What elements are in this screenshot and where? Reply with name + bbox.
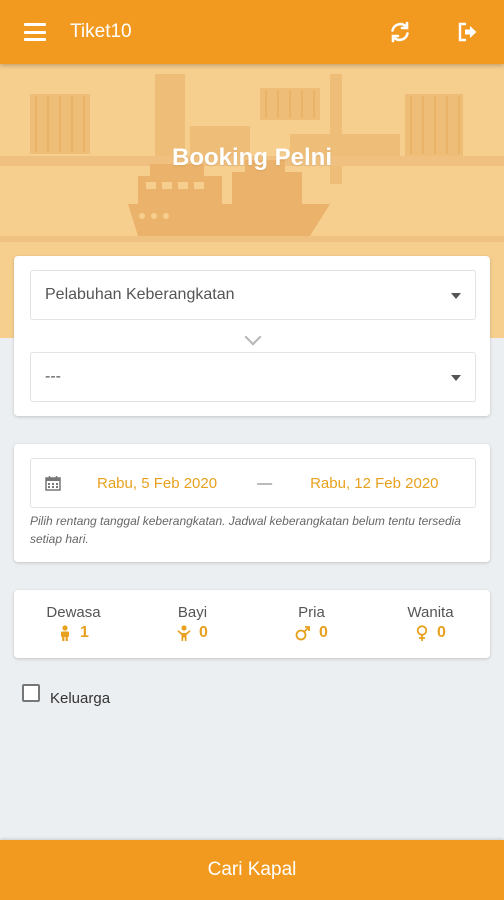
- origin-port-select[interactable]: Pelabuhan Keberangkatan: [30, 270, 476, 320]
- adult-icon: [61, 625, 70, 641]
- refresh-icon[interactable]: [388, 20, 412, 44]
- passenger-female[interactable]: Wanita 0: [371, 590, 490, 658]
- family-checkbox[interactable]: [22, 683, 40, 702]
- passenger-infant-label: Bayi: [177, 604, 208, 621]
- passenger-female-count: 0: [437, 624, 446, 641]
- end-date[interactable]: Rabu, 12 Feb 2020: [310, 475, 438, 492]
- passenger-male-count: 0: [319, 624, 328, 641]
- infant-icon: [177, 625, 191, 641]
- passenger-male[interactable]: Pria 0: [252, 590, 371, 658]
- logout-icon[interactable]: [456, 20, 480, 44]
- destination-port-select[interactable]: ---: [30, 352, 476, 402]
- passenger-infant[interactable]: Bayi 0: [133, 590, 252, 658]
- route-card: Pelabuhan Keberangkatan ---: [14, 256, 490, 416]
- hamburger-icon[interactable]: [24, 23, 46, 41]
- female-icon: [416, 625, 428, 641]
- dropdown-caret-icon: [451, 375, 461, 381]
- family-checkbox-row[interactable]: Keluarga: [22, 678, 110, 707]
- date-separator: —: [257, 474, 273, 492]
- app-title: Tiket10: [70, 21, 132, 42]
- male-icon: [295, 626, 310, 641]
- origin-port-label: Pelabuhan Keberangkatan: [45, 286, 235, 303]
- passenger-adult-label: Dewasa: [46, 604, 101, 621]
- chevron-down-icon: [244, 328, 262, 346]
- page-title: Booking Pelni: [171, 144, 332, 171]
- passenger-adult[interactable]: Dewasa 1: [14, 590, 133, 658]
- date-hint-text: Pilih rentang tanggal keberangkatan. Jad…: [30, 514, 461, 546]
- app-bar: Tiket10: [0, 0, 504, 64]
- passenger-card: Dewasa 1 Bayi 0 Pria 0 Wanita 0: [14, 590, 490, 658]
- date-range-field[interactable]: Rabu, 5 Feb 2020 — Rabu, 12 Feb 2020: [30, 458, 476, 508]
- passenger-adult-count: 1: [80, 624, 89, 641]
- passenger-infant-count: 0: [199, 624, 208, 641]
- destination-port-label: ---: [45, 368, 61, 385]
- family-checkbox-label: Keluarga: [50, 690, 111, 707]
- passenger-female-label: Wanita: [407, 604, 454, 621]
- search-ship-button[interactable]: Cari Kapal: [0, 840, 504, 900]
- dropdown-caret-icon: [451, 293, 461, 299]
- passenger-male-label: Pria: [298, 604, 325, 621]
- date-card: Rabu, 5 Feb 2020 — Rabu, 12 Feb 2020 Pil…: [14, 444, 490, 562]
- calendar-icon: [45, 476, 61, 491]
- start-date[interactable]: Rabu, 5 Feb 2020: [97, 475, 217, 492]
